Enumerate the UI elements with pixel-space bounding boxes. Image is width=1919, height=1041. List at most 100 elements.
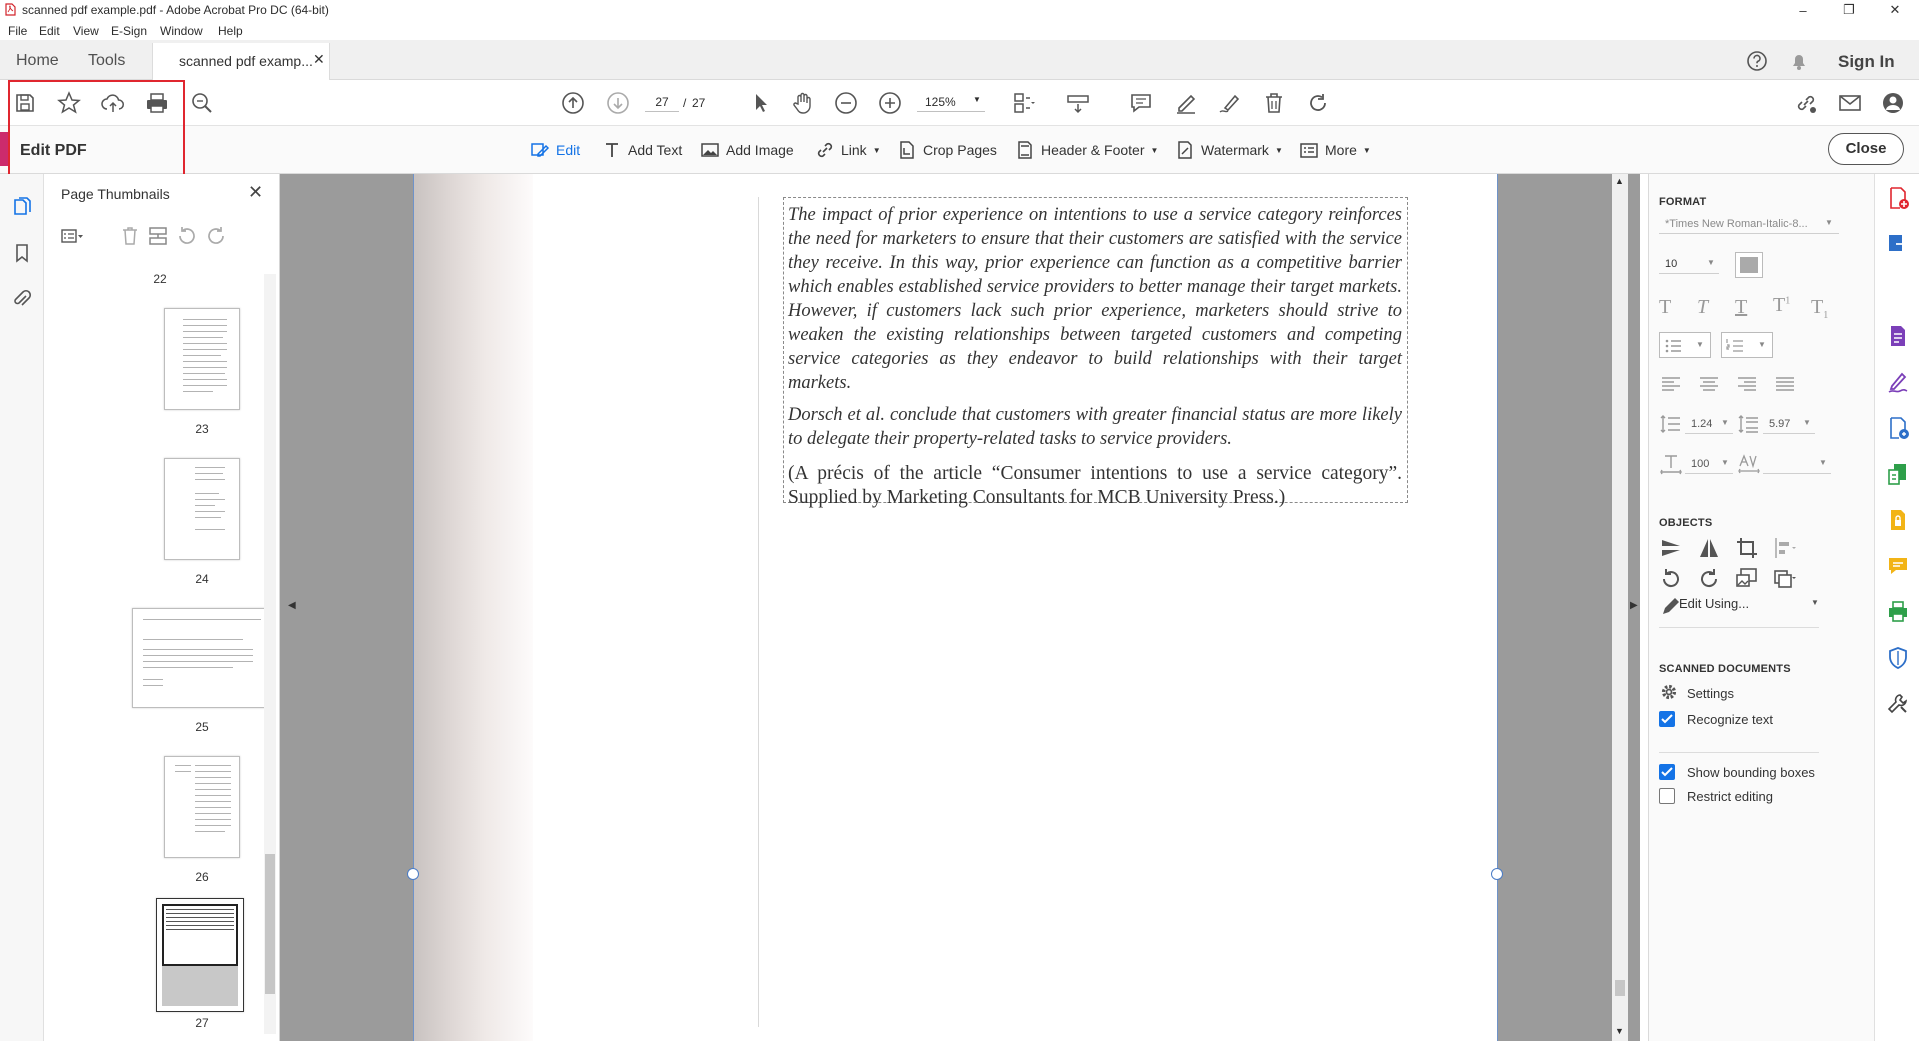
resize-handle-right[interactable] <box>1491 868 1503 880</box>
combine-files-icon[interactable] <box>1886 416 1910 440</box>
thumbnails-scroll-thumb[interactable] <box>265 854 275 994</box>
help-icon[interactable] <box>1746 50 1768 72</box>
text-italic-icon[interactable]: T <box>1697 296 1721 320</box>
sign-in-link[interactable]: Sign In <box>1838 52 1895 72</box>
next-page-icon[interactable] <box>605 90 631 116</box>
align-left-icon[interactable] <box>1659 372 1683 396</box>
export-pdf-icon[interactable] <box>1886 232 1910 256</box>
close-panel-icon[interactable]: ✕ <box>248 182 263 203</box>
horizontal-scale-select[interactable]: 100 ▼ <box>1685 454 1733 474</box>
document-scrollbar[interactable]: ▲ ▼ <box>1612 174 1628 1041</box>
character-spacing-icon[interactable] <box>1737 452 1761 476</box>
crop-pages-button[interactable]: Crop Pages <box>897 140 997 160</box>
align-center-icon[interactable] <box>1697 372 1721 396</box>
extract-page-icon[interactable] <box>146 224 170 248</box>
scroll-up-icon[interactable]: ▲ <box>1615 176 1624 186</box>
show-bounding-boxes-checkbox[interactable] <box>1659 764 1675 780</box>
thumbnail-page-26[interactable] <box>164 756 240 858</box>
add-text-button[interactable]: Add Text <box>602 140 682 160</box>
font-size-select[interactable]: 10 ▼ <box>1659 254 1719 274</box>
paragraph-spacing-icon[interactable] <box>1737 412 1761 436</box>
attachment-paperclip-icon[interactable] <box>11 288 33 310</box>
crop-icon[interactable] <box>1735 536 1759 560</box>
minimize-button[interactable]: – <box>1780 0 1826 20</box>
print-production-icon[interactable] <box>1886 600 1910 624</box>
rotate-icon[interactable] <box>1305 90 1331 116</box>
rotate-counterclockwise-icon[interactable] <box>175 224 199 248</box>
text-subscript-icon[interactable]: T1 <box>1811 296 1835 321</box>
align-objects-icon[interactable] <box>1773 536 1797 560</box>
line-spacing-select[interactable]: 1.24 ▼ <box>1685 414 1733 434</box>
font-color-swatch[interactable] <box>1735 252 1763 278</box>
tab-tools[interactable]: Tools <box>88 52 125 70</box>
select-cursor-icon[interactable] <box>748 90 774 116</box>
page-display-icon[interactable] <box>1010 90 1036 116</box>
collapse-left-panel-icon[interactable]: ◀ <box>288 600 296 611</box>
expand-right-panel-icon[interactable]: ▶ <box>1630 600 1638 611</box>
create-pdf-icon[interactable] <box>1886 186 1910 210</box>
zoom-search-icon[interactable] <box>189 90 215 116</box>
edit-button[interactable]: Edit <box>530 140 580 160</box>
highlight-pen-icon[interactable] <box>1173 90 1199 116</box>
delete-trash-icon[interactable] <box>1261 90 1287 116</box>
replace-image-icon[interactable] <box>1735 566 1759 590</box>
text-underline-icon[interactable]: T <box>1735 296 1759 320</box>
fill-sign-icon[interactable] <box>1886 370 1910 394</box>
thumbnail-page-27-current[interactable] <box>156 898 244 1012</box>
zoom-out-icon[interactable] <box>833 90 859 116</box>
add-image-button[interactable]: Add Image <box>700 140 794 160</box>
menu-file[interactable]: File <box>8 24 27 38</box>
pdf-page[interactable]: The impact of prior experience on intent… <box>413 174 1498 1041</box>
paragraph-2[interactable]: Dorsch et al. conclude that customers wi… <box>788 403 1402 451</box>
close-edit-button[interactable]: Close <box>1828 133 1904 165</box>
paragraph-3[interactable]: (A précis of the article “Consumer inten… <box>788 462 1402 510</box>
tab-home[interactable]: Home <box>16 52 59 70</box>
user-account-icon[interactable] <box>1880 90 1906 116</box>
restrict-editing-checkbox[interactable] <box>1659 788 1675 804</box>
hand-tool-icon[interactable] <box>790 90 816 116</box>
menu-window[interactable]: Window <box>160 24 203 38</box>
page-number-input[interactable]: 27 <box>645 92 679 112</box>
document-scroll-thumb[interactable] <box>1615 980 1625 996</box>
more-tools-wrench-icon[interactable] <box>1886 692 1910 716</box>
edit-pdf-tool-icon[interactable] <box>1886 278 1910 302</box>
organize-pages-icon[interactable] <box>1886 324 1910 348</box>
flip-horizontal-icon[interactable] <box>1697 536 1721 560</box>
character-spacing-select[interactable]: ▼ <box>1763 454 1831 474</box>
menu-help[interactable]: Help <box>218 24 243 38</box>
thumbnail-page-25[interactable] <box>132 608 270 708</box>
menu-edit[interactable]: Edit <box>39 24 60 38</box>
cloud-upload-icon[interactable] <box>100 90 126 116</box>
star-bookmark-icon[interactable] <box>56 90 82 116</box>
settings-link[interactable]: Settings <box>1687 686 1734 701</box>
paragraph-spacing-select[interactable]: 5.97 ▼ <box>1763 414 1815 434</box>
close-window-button[interactable]: ✕ <box>1872 0 1918 20</box>
compress-pdf-icon[interactable] <box>1886 462 1910 486</box>
flip-vertical-icon[interactable] <box>1659 536 1683 560</box>
protect-file-icon[interactable] <box>1886 508 1910 532</box>
resize-handle-left[interactable] <box>407 868 419 880</box>
scroll-down-icon[interactable]: ▼ <box>1615 1026 1624 1036</box>
text-bounding-box[interactable]: The impact of prior experience on intent… <box>783 197 1408 508</box>
link-button[interactable]: Link ▼ <box>815 140 881 160</box>
email-icon[interactable] <box>1837 90 1863 116</box>
protect-shield-icon[interactable] <box>1886 646 1910 670</box>
close-tab-icon[interactable]: ✕ <box>313 51 325 68</box>
line-spacing-icon[interactable] <box>1659 412 1683 436</box>
notification-bell-icon[interactable] <box>1788 50 1810 72</box>
bullet-list-dropdown[interactable]: ▼ <box>1659 332 1711 358</box>
share-link-icon[interactable] <box>1793 90 1819 116</box>
zoom-in-icon[interactable] <box>877 90 903 116</box>
horizontal-scale-icon[interactable] <box>1659 452 1683 476</box>
page-thumbnails-icon[interactable] <box>11 196 33 218</box>
text-regular-icon[interactable]: T <box>1659 296 1683 320</box>
align-justify-icon[interactable] <box>1773 372 1797 396</box>
thumbnail-page-23[interactable] <box>164 308 240 410</box>
menu-view[interactable]: View <box>73 24 99 38</box>
thumbnails-scrollbar[interactable] <box>264 274 276 1034</box>
scroll-mode-icon[interactable] <box>1065 90 1091 116</box>
thumbnail-page-24[interactable] <box>164 458 240 560</box>
print-icon[interactable] <box>144 90 170 116</box>
align-right-icon[interactable] <box>1735 372 1759 396</box>
zoom-level-select[interactable]: 125% ▼ <box>917 92 985 112</box>
